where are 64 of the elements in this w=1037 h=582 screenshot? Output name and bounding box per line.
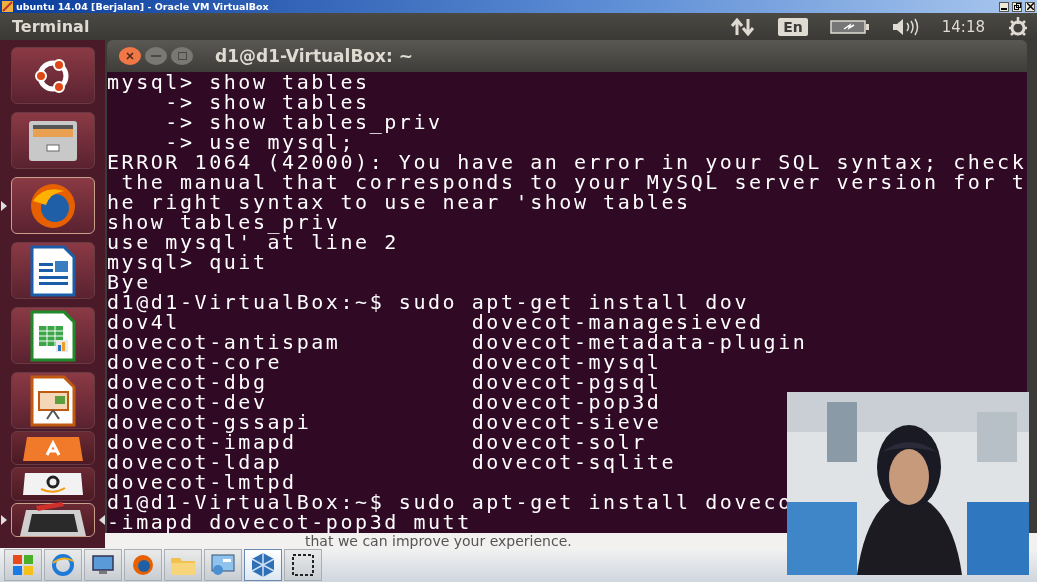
virtualbox-icon [250,552,276,578]
start-icon [12,554,34,576]
terminal-title: d1@d1-VirtualBox: ~ [215,46,413,66]
terminal-line: dovecot-lmtpd [107,472,297,492]
battery-icon[interactable] [829,19,870,34]
monitor-icon [91,554,115,576]
terminal-line: mysql> quit [107,252,268,272]
virtualbox-icon [2,1,13,12]
terminal-line: ERROR 1064 (42000): You have an error in your SQL syntax; check [107,152,1027,172]
launcher-item[interactable] [10,307,95,364]
maximize-icon [177,52,187,60]
spreadsheet-icon [29,309,76,362]
terminal-line: mysql> show tables [107,72,370,92]
terminal-icon [17,502,88,538]
volume-icon[interactable] [891,17,920,36]
terminal-line: dovecot-gssapi dovecot-sieve [107,412,662,432]
launcher-item[interactable] [10,47,95,104]
restore-icon [1013,3,1021,10]
terminal-line: dovecot-core dovecot-mysql [107,352,662,372]
terminal-line: dovecot-ldap dovecot-sqlite [107,452,677,472]
firefox-icon [131,553,155,577]
network-arrows-icon[interactable] [730,17,757,36]
taskbar-button[interactable] [84,549,122,581]
terminal-line: d1@d1-VirtualBox:~$ sudo apt-get install dov [107,292,749,312]
terminal-line: dovecot-dev dovecot-pop3d [107,392,662,412]
close-icon [126,52,134,60]
close-icon [1026,3,1034,10]
terminal-line: dovecot-dbg dovecot-pgsql [107,372,662,392]
amazon-icon [20,471,85,497]
terminal-line: -> show tables_priv [164,112,443,132]
control-panel-icon [210,553,236,577]
minimize-icon [151,54,161,58]
taskbar-button[interactable] [284,549,322,581]
running-indicator-icon [0,515,7,525]
terminal-line: the manual that corresponds to your MySQL server version for t [120,172,1027,192]
document-icon [29,244,76,297]
terminal-line: dovecot-imapd dovecot-solr [107,432,647,452]
gear-icon[interactable] [1007,15,1029,38]
window-title: ubuntu 14.04 [Berjalan] - Oracle VM VirtualBox [16,0,269,13]
terminal-line: -> use mysql; [164,132,356,152]
notice-text: that we can improve your experience. [305,533,572,548]
launcher-item[interactable] [10,242,95,299]
minimize-button[interactable] [999,1,1009,12]
terminal-body[interactable] [107,72,1027,533]
globe-icon [51,553,75,577]
terminal-line: -> show tables [165,92,370,112]
launcher-item[interactable] [10,467,95,501]
presentation-icon [29,374,76,427]
launcher-item[interactable] [10,431,95,465]
terminal-line: -imapd dovecot-pop3d mutt [107,512,472,532]
close-button[interactable] [1025,1,1035,12]
launcher-item[interactable] [10,372,95,429]
terminal-line: he right syntax to use near 'show tables [107,192,691,212]
launcher-item[interactable] [10,112,95,169]
app-name: Terminal [12,17,90,36]
dashed-square-icon [291,553,315,577]
keyboard-layout-indicator[interactable]: En [778,17,808,36]
clock[interactable]: 14:18 [941,17,985,36]
restore-button[interactable] [1012,1,1022,12]
terminal-line: dovecot-antispam dovecot-metadata-plugin [107,332,808,352]
terminal-line: Bye [107,272,151,292]
terminal-line: show tables_priv [107,212,341,232]
terminal-line: dov4l dovecot-managesieved [107,312,764,332]
running-indicator-icon [0,200,7,211]
